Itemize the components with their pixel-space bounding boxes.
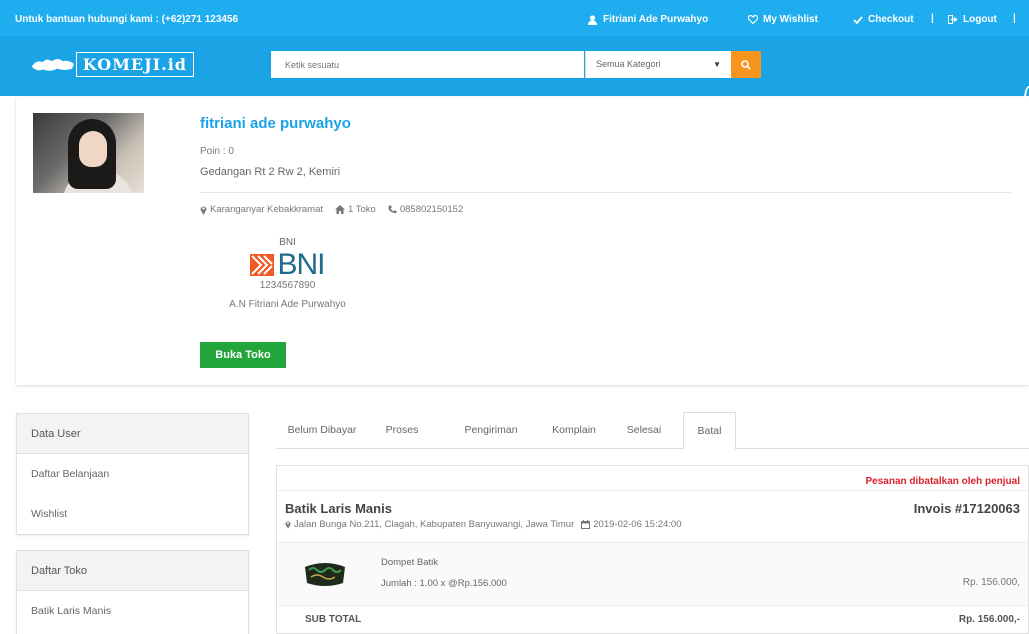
order-shop-name: Batik Laris Manis [285, 501, 392, 516]
logo-text: KOMEJI.id [75, 51, 194, 77]
product-thumbnail[interactable] [303, 561, 347, 587]
tab-pengiriman[interactable]: Pengiriman [451, 412, 531, 449]
menu-separator: | [931, 13, 934, 24]
logout-label: Logout [963, 14, 997, 25]
order-status: Pesanan dibatalkan oleh penjual [865, 476, 1021, 487]
profile-meta: Karanganyar Kebakkramat 1 Toko 085802150… [200, 204, 471, 215]
search-icon [741, 59, 751, 70]
home-icon [335, 205, 346, 214]
user-icon [588, 14, 597, 25]
sidebar-heading-daftar-toko: Daftar Toko [17, 551, 248, 591]
order-item-row: Dompet Batik Jumlah : 1.00 x @Rp.156.000… [277, 542, 1028, 606]
bni-logo-icon [250, 254, 275, 276]
order-datetime: 2019-02-06 15:24:00 [593, 519, 682, 530]
heart-icon [748, 15, 758, 24]
help-contact-text: Untuk bantuan hubungi kami : (+62)271 12… [15, 14, 239, 25]
tab-selesai[interactable]: Selesai [616, 412, 672, 449]
profile-location: Karanganyar Kebakkramat [210, 204, 324, 215]
bank-account-owner: A.N Fitriani Ade Purwahyo [229, 299, 346, 310]
menu-separator-end: | [1013, 13, 1016, 24]
checkout-link[interactable]: Checkout [853, 14, 914, 25]
profile-divider [200, 192, 1011, 193]
bank-account-number: 1234567890 [259, 280, 316, 291]
order-card: Pesanan dibatalkan oleh penjual Batik La… [276, 465, 1029, 634]
order-status-divider [277, 490, 1028, 491]
search-input[interactable] [271, 51, 584, 78]
subtotal-label: SUB TOTAL [305, 614, 362, 625]
subtotal-value: Rp. 156.000,- [958, 614, 1020, 625]
product-quantity: Jumlah : 1.00 x @Rp.156.000 [381, 578, 507, 589]
bank-info: BNI BNI 1234567890 A.N Fitriani Ade Purw… [200, 233, 375, 310]
profile-toko-count: 1 Toko [348, 204, 376, 215]
bank-logo-text: BNI [277, 248, 325, 281]
order-address-line: Jalan Bunga No.211, Clagah, Kabupaten Ba… [285, 519, 681, 530]
profile-panel: fitriani ade purwahyo Poin : 0 Gedangan … [16, 97, 1029, 385]
sign-out-icon [948, 15, 958, 24]
search-button[interactable] [731, 51, 761, 78]
logout-link[interactable]: Logout [948, 14, 997, 25]
site-logo[interactable]: KOMEJI.id [30, 50, 194, 78]
profile-address: Gedangan Rt 2 Rw 2, Kemiri [200, 166, 341, 178]
profile-phone: 085802150152 [399, 204, 464, 215]
sidebar-item-batik-laris-manis[interactable]: Batik Laris Manis [17, 591, 248, 631]
order-address: Jalan Bunga No.211, Clagah, Kabupaten Ba… [294, 519, 575, 530]
user-name-label: Fitriani Ade Purwahyo [603, 14, 709, 25]
tab-proses[interactable]: Proses [376, 412, 428, 449]
sidebar-item-wishlist[interactable]: Wishlist [17, 494, 248, 534]
map-marker-icon [285, 521, 291, 529]
tab-komplain[interactable]: Komplain [542, 412, 606, 449]
wishlist-link[interactable]: My Wishlist [748, 14, 818, 25]
sidebar-daftar-toko: Daftar Toko Batik Laris Manis [16, 550, 249, 634]
bank-logo: BNI [200, 248, 375, 281]
buka-toko-button[interactable]: Buka Toko [200, 342, 286, 368]
order-tabs: Belum Dibayar Proses Pengiriman Komplain… [276, 412, 1029, 450]
product-price: Rp. 156.000, [962, 577, 1020, 588]
product-name: Dompet Batik [381, 557, 439, 568]
phone-icon [388, 205, 397, 214]
sidebar-heading-data-user: Data User [17, 414, 248, 454]
profile-name: fitriani ade purwahyo [200, 115, 351, 132]
sidebar-data-user: Data User Daftar Belanjaan Wishlist [16, 413, 249, 535]
caret-down-icon: ▼ [713, 60, 721, 69]
category-select[interactable]: Semua Kategori ▼ [585, 51, 731, 78]
profile-poin: Poin : 0 [200, 146, 234, 157]
sidebar-item-daftar-belanjaan[interactable]: Daftar Belanjaan [17, 454, 248, 494]
tab-batal[interactable]: Batal [683, 412, 736, 450]
check-icon [853, 15, 863, 24]
java-island-logo-icon [31, 58, 74, 71]
user-menu-link[interactable]: Fitriani Ade Purwahyo [588, 14, 708, 25]
checkout-label: Checkout [868, 14, 914, 25]
map-marker-icon [200, 206, 207, 215]
bank-name: BNI [279, 237, 296, 248]
calendar-icon [581, 520, 591, 529]
order-invoice: Invois #17120063 [913, 501, 1020, 516]
tab-belum-dibayar[interactable]: Belum Dibayar [276, 412, 368, 449]
category-selected-value: Semua Kategori [596, 59, 661, 69]
wishlist-label: My Wishlist [763, 14, 818, 25]
top-info-bar: Untuk bantuan hubungi kami : (+62)271 12… [0, 0, 1029, 36]
avatar [33, 113, 144, 193]
